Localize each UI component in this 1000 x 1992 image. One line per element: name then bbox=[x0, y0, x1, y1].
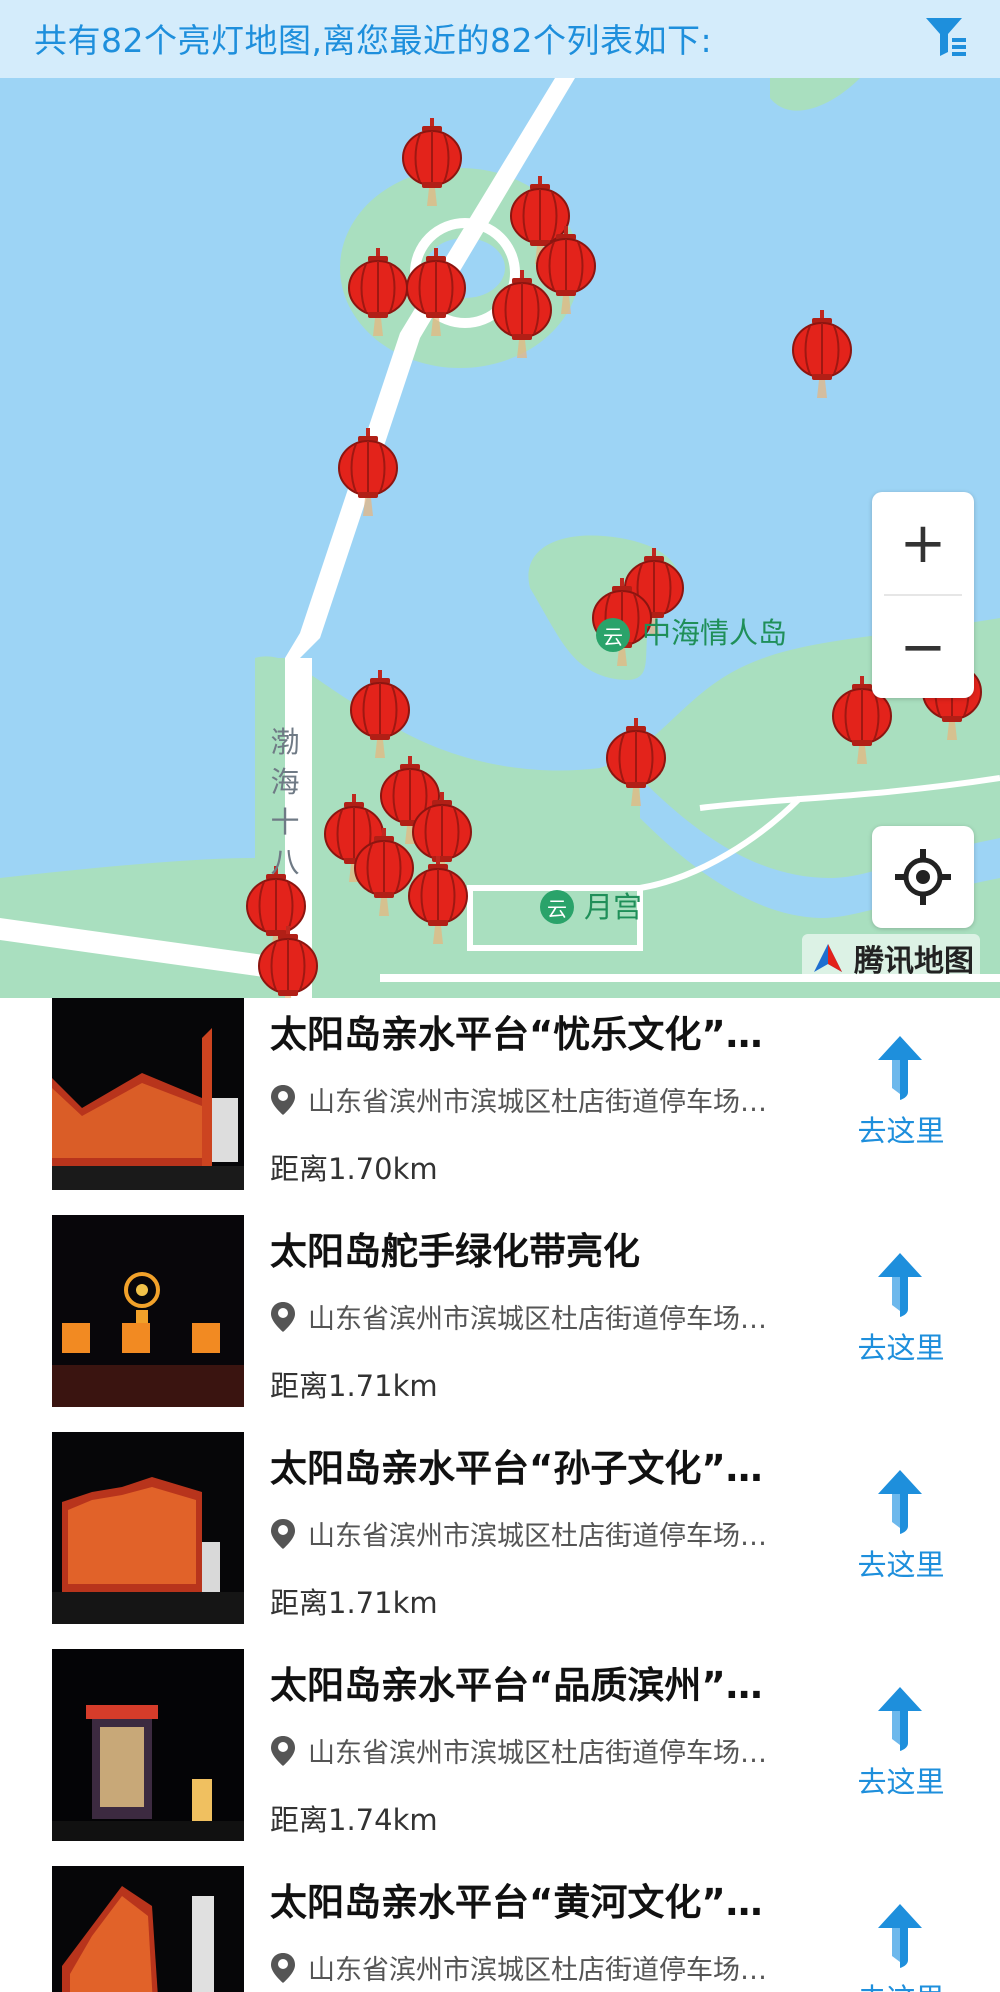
island-label: 中海情人岛 bbox=[642, 616, 788, 650]
lantern-marker[interactable] bbox=[346, 248, 410, 338]
zoom-control: + − bbox=[872, 492, 974, 698]
navigate-label: 去这里 bbox=[857, 1331, 945, 1365]
road-label-char-2: 海 bbox=[270, 765, 300, 799]
address-text: 山东省滨州市滨城区杜店街道停车场… bbox=[308, 1087, 767, 1118]
lantern-marker[interactable] bbox=[400, 118, 464, 208]
item-title: 太阳岛亲水平台“黄河文化”… bbox=[270, 1881, 763, 1924]
location-pin-icon bbox=[271, 1952, 295, 1983]
road-label-char-4: 八 bbox=[270, 845, 300, 879]
address-row: 山东省滨州市滨城区杜店街道停车场… bbox=[270, 1948, 830, 1987]
map-view[interactable]: 云 中海情人岛 云 月宫 渤 海 十 八 + − 腾讯地图 bbox=[0, 78, 1000, 998]
map-provider-logo: 腾讯地图 bbox=[802, 934, 980, 982]
address-row: 山东省滨州市滨城区杜店街道停车场… bbox=[270, 1514, 830, 1553]
address-text: 山东省滨州市滨城区杜店街道停车场… bbox=[308, 1521, 767, 1552]
navigate-arrow-icon bbox=[878, 1036, 922, 1100]
thumbnail-image bbox=[52, 1866, 244, 1992]
location-pin-icon bbox=[271, 1735, 295, 1766]
road-label-char-1: 渤 bbox=[270, 725, 300, 759]
road-label-char-3: 十 bbox=[270, 805, 300, 839]
navigate-arrow-icon bbox=[878, 1687, 922, 1751]
navigate-arrow-icon bbox=[878, 1253, 922, 1317]
lantern-marker[interactable] bbox=[406, 856, 470, 946]
scenic-spot-icon: 云 bbox=[596, 618, 630, 652]
address-text: 山东省滨州市滨城区杜店街道停车场… bbox=[308, 1304, 767, 1335]
crosshair-icon bbox=[895, 849, 951, 905]
header-bar: 共有82个亮灯地图,离您最近的82个列表如下: bbox=[0, 0, 1000, 78]
navigate-button[interactable]: 去这里 bbox=[846, 1687, 956, 1807]
distance-text: 距离1.70km bbox=[270, 1152, 438, 1186]
navigate-label: 去这里 bbox=[857, 1765, 945, 1799]
navigate-button[interactable]: 去这里 bbox=[846, 1904, 956, 1992]
address-row: 山东省滨州市滨城区杜店街道停车场… bbox=[270, 1731, 830, 1770]
page-title: 共有82个亮灯地图,离您最近的82个列表如下: bbox=[34, 21, 713, 60]
location-pin-icon bbox=[271, 1084, 295, 1115]
list-item[interactable]: 太阳岛亲水平台“品质滨州”… 山东省滨州市滨城区杜店街道停车场… 距离1.74k… bbox=[0, 1649, 1000, 1866]
lantern-marker[interactable] bbox=[604, 718, 668, 808]
lantern-marker[interactable] bbox=[490, 270, 554, 360]
distance-text: 距离1.74km bbox=[270, 1803, 438, 1837]
navigate-arrow-icon bbox=[878, 1904, 922, 1968]
zoom-out-button[interactable]: − bbox=[872, 596, 974, 698]
thumbnail-image bbox=[52, 998, 244, 1190]
navigate-label: 去这里 bbox=[857, 1548, 945, 1582]
address-row: 山东省滨州市滨城区杜店街道停车场… bbox=[270, 1297, 830, 1336]
item-title: 太阳岛亲水平台“忧乐文化”… bbox=[270, 1013, 763, 1056]
locate-button[interactable] bbox=[872, 826, 974, 928]
list-item[interactable]: 太阳岛亲水平台“黄河文化”… 山东省滨州市滨城区杜店街道停车场… 去这里 bbox=[0, 1866, 1000, 1992]
navigate-arrow-icon bbox=[878, 1470, 922, 1534]
address-text: 山东省滨州市滨城区杜店街道停车场… bbox=[308, 1955, 767, 1986]
list-item[interactable]: 太阳岛亲水平台“忧乐文化”… 山东省滨州市滨城区杜店街道停车场… 距离1.70k… bbox=[0, 998, 1000, 1215]
distance-text: 距离1.71km bbox=[270, 1586, 438, 1620]
thumbnail-image bbox=[52, 1432, 244, 1624]
address-text: 山东省滨州市滨城区杜店街道停车场… bbox=[308, 1738, 767, 1769]
lantern-marker[interactable] bbox=[336, 428, 400, 518]
lantern-marker[interactable] bbox=[404, 248, 468, 338]
lantern-marker[interactable] bbox=[256, 926, 320, 998]
filter-icon[interactable] bbox=[922, 12, 970, 60]
list-item[interactable]: 太阳岛亲水平台“孙子文化”… 山东省滨州市滨城区杜店街道停车场… 距离1.71k… bbox=[0, 1432, 1000, 1649]
navigate-button[interactable]: 去这里 bbox=[846, 1470, 956, 1590]
navigate-button[interactable]: 去这里 bbox=[846, 1036, 956, 1156]
distance-text: 距离1.71km bbox=[270, 1369, 438, 1403]
thumbnail-image bbox=[52, 1649, 244, 1841]
map-base bbox=[0, 78, 1000, 998]
item-title: 太阳岛亲水平台“孙子文化”… bbox=[270, 1447, 763, 1490]
palace-poi-icon: 云 bbox=[540, 890, 574, 924]
lantern-marker[interactable] bbox=[348, 670, 412, 760]
location-pin-icon bbox=[271, 1518, 295, 1549]
location-pin-icon bbox=[271, 1301, 295, 1332]
address-row: 山东省滨州市滨城区杜店街道停车场… bbox=[270, 1080, 830, 1119]
item-title: 太阳岛亲水平台“品质滨州”… bbox=[270, 1664, 763, 1707]
navigate-button[interactable]: 去这里 bbox=[846, 1253, 956, 1373]
navigate-label: 去这里 bbox=[846, 1976, 956, 1992]
compass-logo-icon bbox=[814, 944, 842, 972]
palace-label: 月宫 bbox=[584, 890, 643, 924]
zoom-in-button[interactable]: + bbox=[872, 492, 974, 594]
item-title: 太阳岛舵手绿化带亮化 bbox=[270, 1230, 640, 1273]
map-logo-text: 腾讯地图 bbox=[854, 944, 974, 979]
list-item[interactable]: 太阳岛舵手绿化带亮化 山东省滨州市滨城区杜店街道停车场… 距离1.71km 去这… bbox=[0, 1215, 1000, 1432]
lantern-marker[interactable] bbox=[790, 310, 854, 400]
thumbnail-image bbox=[52, 1215, 244, 1407]
navigate-label: 去这里 bbox=[857, 1114, 945, 1148]
